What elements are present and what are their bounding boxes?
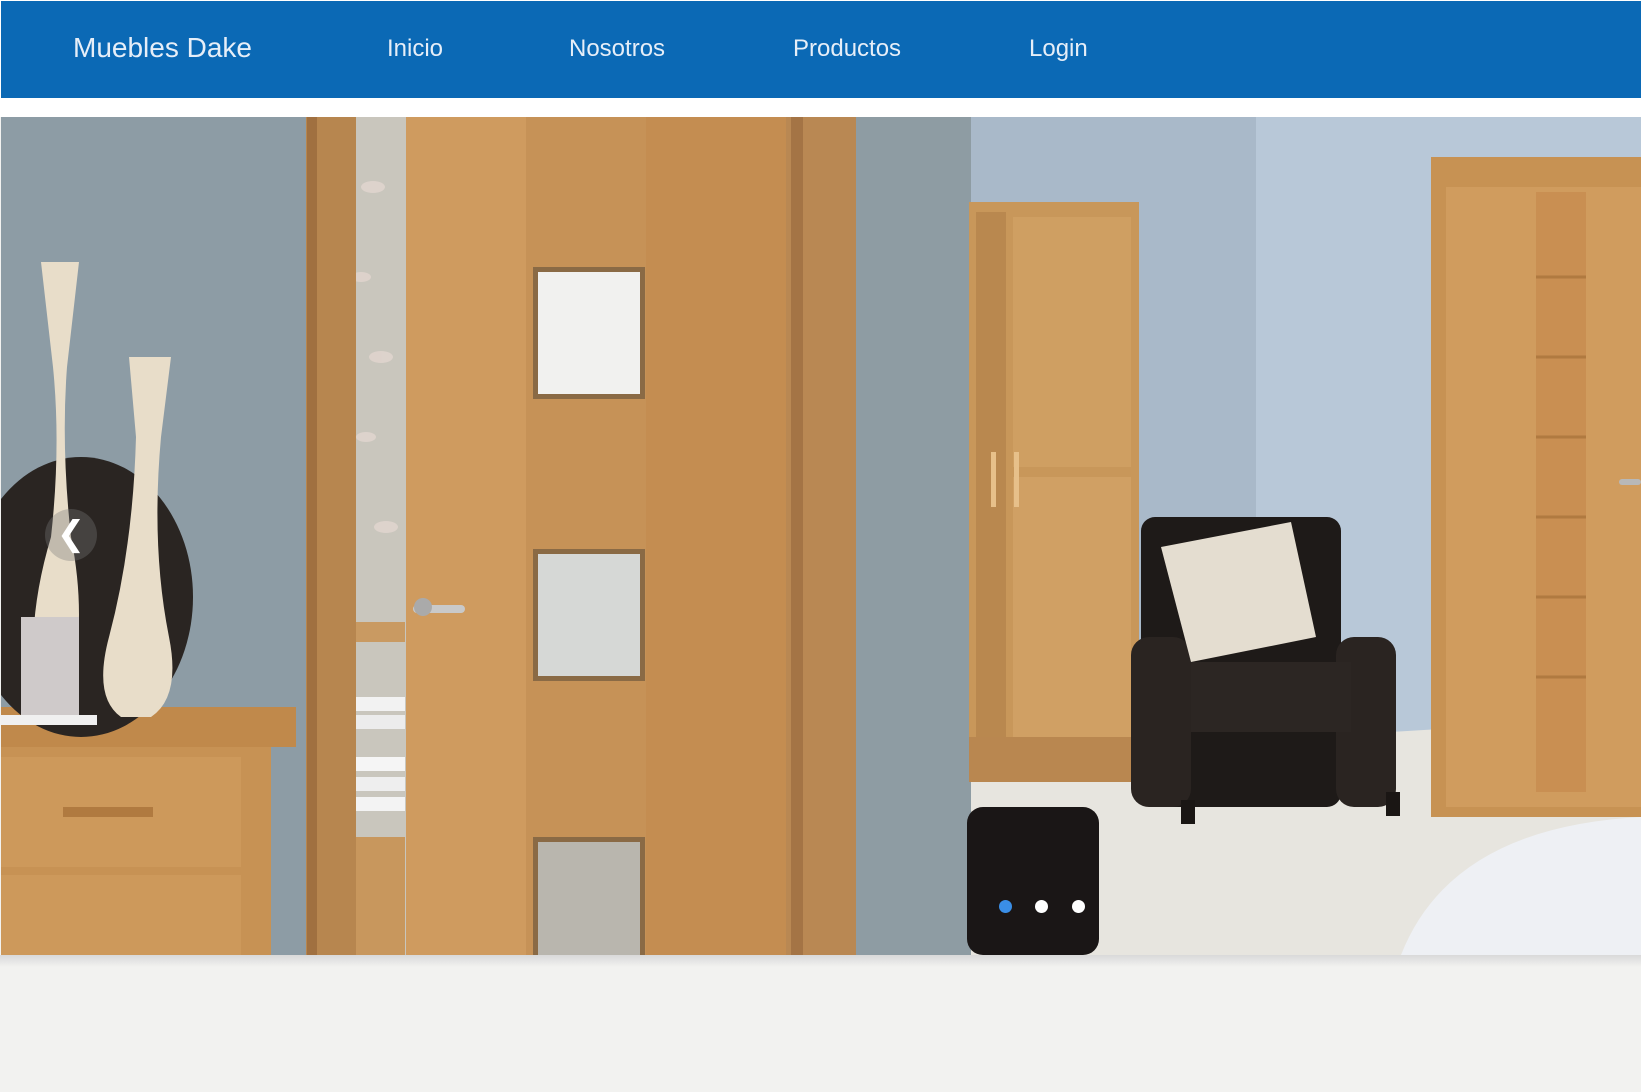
nav-link-inicio[interactable]: Inicio (387, 34, 443, 64)
nav-link-login[interactable]: Login (1029, 34, 1088, 64)
nav-link-productos[interactable]: Productos (793, 34, 901, 64)
carousel-prev-button[interactable]: ❮ (45, 509, 97, 561)
carousel-slide-image (1, 117, 1641, 955)
carousel-shadow (0, 955, 1641, 967)
navbar: Muebles Dake Inicio Nosotros Productos L… (1, 1, 1641, 98)
chevron-left-icon: ❮ (56, 515, 86, 553)
carousel-indicator-3[interactable] (1072, 900, 1085, 913)
carousel-indicator-1[interactable] (999, 900, 1012, 913)
carousel-indicator-2[interactable] (1035, 900, 1048, 913)
nav-link-nosotros[interactable]: Nosotros (569, 34, 665, 64)
page: Muebles Dake Inicio Nosotros Productos L… (0, 0, 1641, 1092)
hero-carousel: ❮ (1, 117, 1641, 955)
carousel-indicators (999, 900, 1099, 914)
brand-link[interactable]: Muebles Dake (73, 31, 252, 65)
